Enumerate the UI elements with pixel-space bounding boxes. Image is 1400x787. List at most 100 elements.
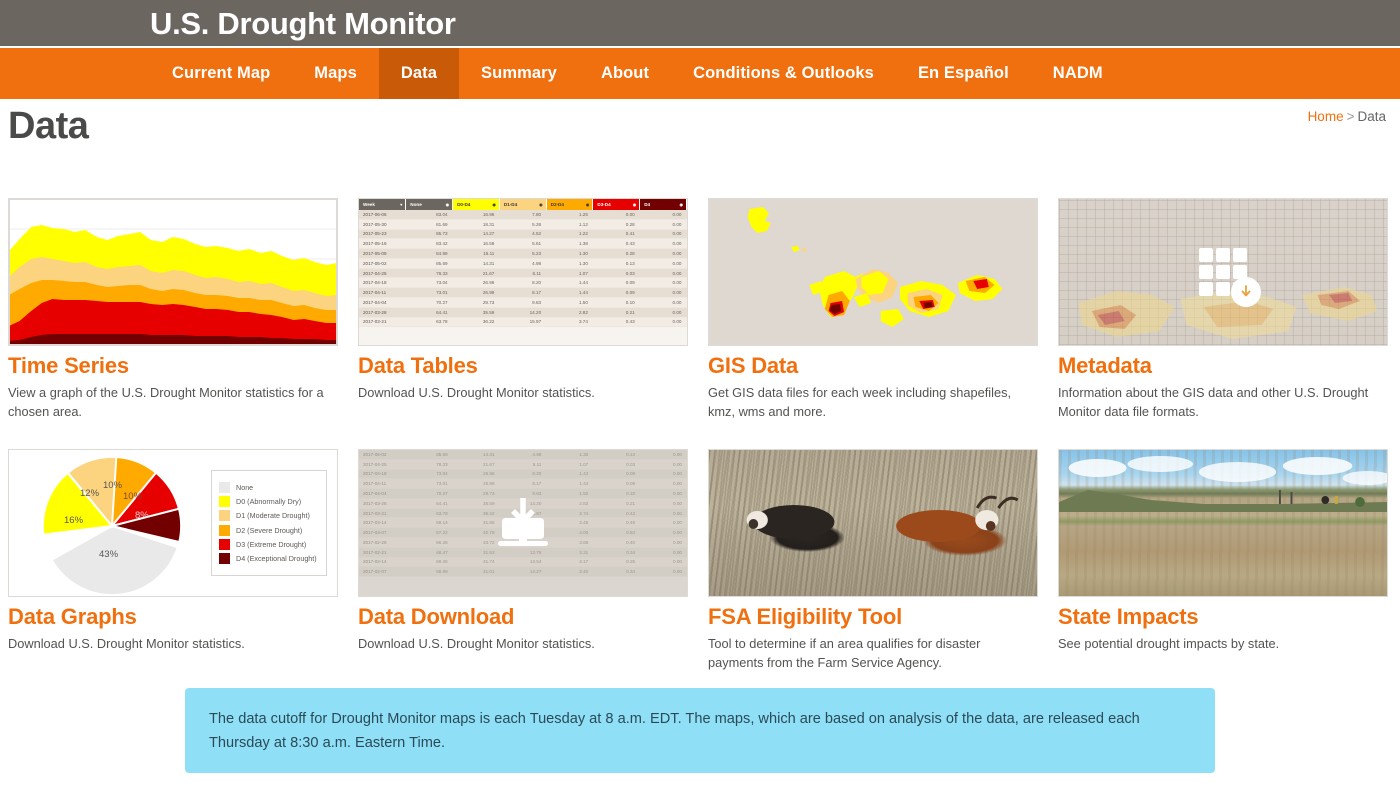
- card-title-gis-data[interactable]: GIS Data: [708, 353, 1038, 378]
- card-title-fsa-eligibility-tool[interactable]: FSA Eligibility Tool: [708, 604, 1038, 629]
- data-download-thumbnail: 2017-05-02 85.69 14.31 4.98 1.30 0.13 0.00 2017…: [358, 449, 688, 597]
- filter-icon[interactable]: ◉: [633, 202, 637, 207]
- cell-value: 16.58: [452, 238, 500, 250]
- pie-label-d2: 10%: [103, 480, 123, 491]
- main-navigation: Current Map Maps Data Summary About Cond…: [0, 48, 1400, 101]
- card-desc-data-download: Download U.S. Drought Monitor statistics…: [358, 636, 595, 652]
- cell-value: 5.23: [499, 248, 547, 259]
- card-data-tables[interactable]: Week ▾ None ◉ D0-D4 ◉ D1-D4 ◉ D2-D4 ◉ D3-D4 ◉ …: [350, 190, 700, 441]
- cell-value: 0.00: [639, 277, 687, 289]
- cell-value: 0.28: [592, 248, 640, 259]
- sort-icon[interactable]: ▾: [400, 202, 402, 207]
- cell-value: 81.69: [405, 219, 453, 230]
- cell-value: 85.73: [405, 229, 453, 240]
- column-header-none[interactable]: None ◉: [405, 199, 454, 210]
- cell-value: 83.42: [405, 238, 453, 250]
- card-data-download[interactable]: 2017-05-02 85.69 14.31 4.98 1.30 0.13 0.00 2017…: [350, 441, 700, 692]
- site-header: U.S. Drought Monitor: [0, 0, 1400, 48]
- filter-icon[interactable]: ◉: [446, 202, 450, 207]
- cell-value: 4.98: [499, 258, 547, 269]
- cell-value: 7.80: [499, 210, 547, 220]
- cell-value: 0.00: [639, 229, 687, 240]
- cell-value: 0.43: [592, 238, 640, 250]
- card-time-series[interactable]: Time Series View a graph of the U.S. Dro…: [0, 190, 350, 441]
- filter-icon[interactable]: ◉: [680, 202, 684, 207]
- breadcrumb: Home > Data: [1308, 109, 1386, 124]
- nav-item-nadm[interactable]: NADM: [1031, 48, 1125, 99]
- cell-value: 63.78: [405, 317, 453, 328]
- us-drought-map-image: [709, 199, 1037, 345]
- cell-value: 6.11: [499, 268, 547, 279]
- card-title-data-download[interactable]: Data Download: [358, 604, 688, 629]
- card-title-metadata[interactable]: Metadata: [1058, 353, 1388, 378]
- column-header-week[interactable]: Week ▾: [359, 199, 407, 210]
- legend-swatch-d4: [219, 553, 230, 565]
- card-fsa-eligibility-tool[interactable]: FSA Eligibility Tool Tool to determine i…: [700, 441, 1050, 692]
- pie-chart: 10% 12% 16% 10% 8% 43%: [37, 453, 185, 596]
- metadata-icon-overlay: [1059, 199, 1387, 345]
- page-title: Data: [8, 105, 89, 147]
- cell-value: 64.41: [405, 307, 453, 318]
- cell-value: 1.30: [546, 258, 593, 269]
- table-row: 2017-04-04 70.27 29.73 9.83 1.50 0.10 0.00: [359, 297, 687, 308]
- card-title-state-impacts[interactable]: State Impacts: [1058, 604, 1388, 629]
- time-series-thumbnail: [8, 198, 338, 346]
- card-metadata[interactable]: Metadata Information about the GIS data …: [1050, 190, 1400, 441]
- cell-value: 0.13: [592, 258, 640, 269]
- nav-item-en-espanol[interactable]: En Español: [896, 48, 1031, 99]
- cell-value: 0.43: [592, 317, 640, 328]
- column-header-d0-d4[interactable]: D0-D4 ◉: [452, 199, 500, 210]
- cell-week: 2017-04-11: [359, 287, 406, 299]
- pie-chart-legend: None D0 (Abnormally Dry) D1 (Moderate Dr…: [211, 470, 327, 576]
- legend-label-d0: D0 (Abnormally Dry): [236, 496, 302, 506]
- cell-value: 0.00: [639, 248, 687, 259]
- nav-item-about[interactable]: About: [579, 48, 671, 99]
- cell-value: 5.61: [499, 238, 547, 250]
- fsa-tool-thumbnail: [708, 449, 1038, 597]
- nav-item-current-map[interactable]: Current Map: [150, 48, 292, 99]
- column-header-d3-d4[interactable]: D3-D4 ◉: [592, 199, 641, 210]
- card-title-time-series[interactable]: Time Series: [8, 353, 338, 378]
- cell-value: 73.01: [405, 287, 453, 299]
- download-badge-icon: [1231, 277, 1261, 307]
- card-title-data-graphs[interactable]: Data Graphs: [8, 604, 338, 629]
- card-data-graphs[interactable]: 10% 12% 16% 10% 8% 43% None D0 (Abnormal…: [0, 441, 350, 692]
- cell-value: 18.31: [452, 219, 500, 230]
- card-desc-fsa-eligibility-tool: Tool to determine if an area qualifies f…: [708, 636, 981, 670]
- nav-item-maps[interactable]: Maps: [292, 48, 379, 99]
- filter-icon[interactable]: ◉: [539, 202, 543, 207]
- cell-value: 29.73: [452, 297, 500, 308]
- pie-chart-svg: [41, 455, 183, 596]
- cell-value: 1.07: [546, 268, 593, 279]
- table-row: 2017-06-06 83.04 16.96 7.80 1.25 0.00 0.00: [359, 210, 687, 220]
- nav-item-conditions-outlooks[interactable]: Conditions & Outlooks: [671, 48, 896, 99]
- filter-icon[interactable]: ◉: [586, 202, 590, 207]
- cell-value: 85.69: [405, 258, 453, 269]
- legend-swatch-d1: [219, 510, 230, 522]
- cell-value: 15.11: [452, 248, 500, 259]
- data-graphs-thumbnail: 10% 12% 16% 10% 8% 43% None D0 (Abnormal…: [8, 449, 338, 597]
- download-to-computer-icon: [498, 498, 548, 546]
- table-row: 2017-03-21 63.78 36.22 15.97 3.74 0.43 0.00: [359, 317, 687, 328]
- card-desc-time-series: View a graph of the U.S. Drought Monitor…: [8, 385, 324, 419]
- breadcrumb-home-link[interactable]: Home: [1308, 109, 1344, 124]
- legend-item-none: None: [219, 481, 317, 493]
- site-title: U.S. Drought Monitor: [150, 5, 456, 41]
- cell-value: 0.00: [639, 317, 687, 328]
- column-header-d4[interactable]: D4 ◉: [639, 199, 687, 210]
- dry-field-landscape-photo: [1059, 450, 1387, 596]
- nav-item-summary[interactable]: Summary: [459, 48, 579, 99]
- cell-week: 2017-03-28: [359, 307, 406, 318]
- card-title-data-tables[interactable]: Data Tables: [358, 353, 688, 378]
- cell-value: 36.22: [452, 317, 500, 328]
- data-tables-thumbnail: Week ▾ None ◉ D0-D4 ◉ D1-D4 ◉ D2-D4 ◉ D3-D4 ◉ …: [358, 198, 688, 346]
- cell-value: 2.82: [546, 307, 593, 318]
- cell-value: 1.50: [546, 297, 593, 308]
- card-desc-metadata: Information about the GIS data and other…: [1058, 385, 1369, 419]
- column-header-d2-d4[interactable]: D2-D4 ◉: [546, 199, 594, 210]
- nav-item-data[interactable]: Data: [378, 48, 460, 99]
- filter-icon[interactable]: ◉: [492, 202, 496, 207]
- card-state-impacts[interactable]: State Impacts See potential drought impa…: [1050, 441, 1400, 692]
- column-header-d1-d4[interactable]: D1-D4 ◉: [499, 199, 547, 210]
- card-gis-data[interactable]: GIS Data Get GIS data files for each wee…: [700, 190, 1050, 441]
